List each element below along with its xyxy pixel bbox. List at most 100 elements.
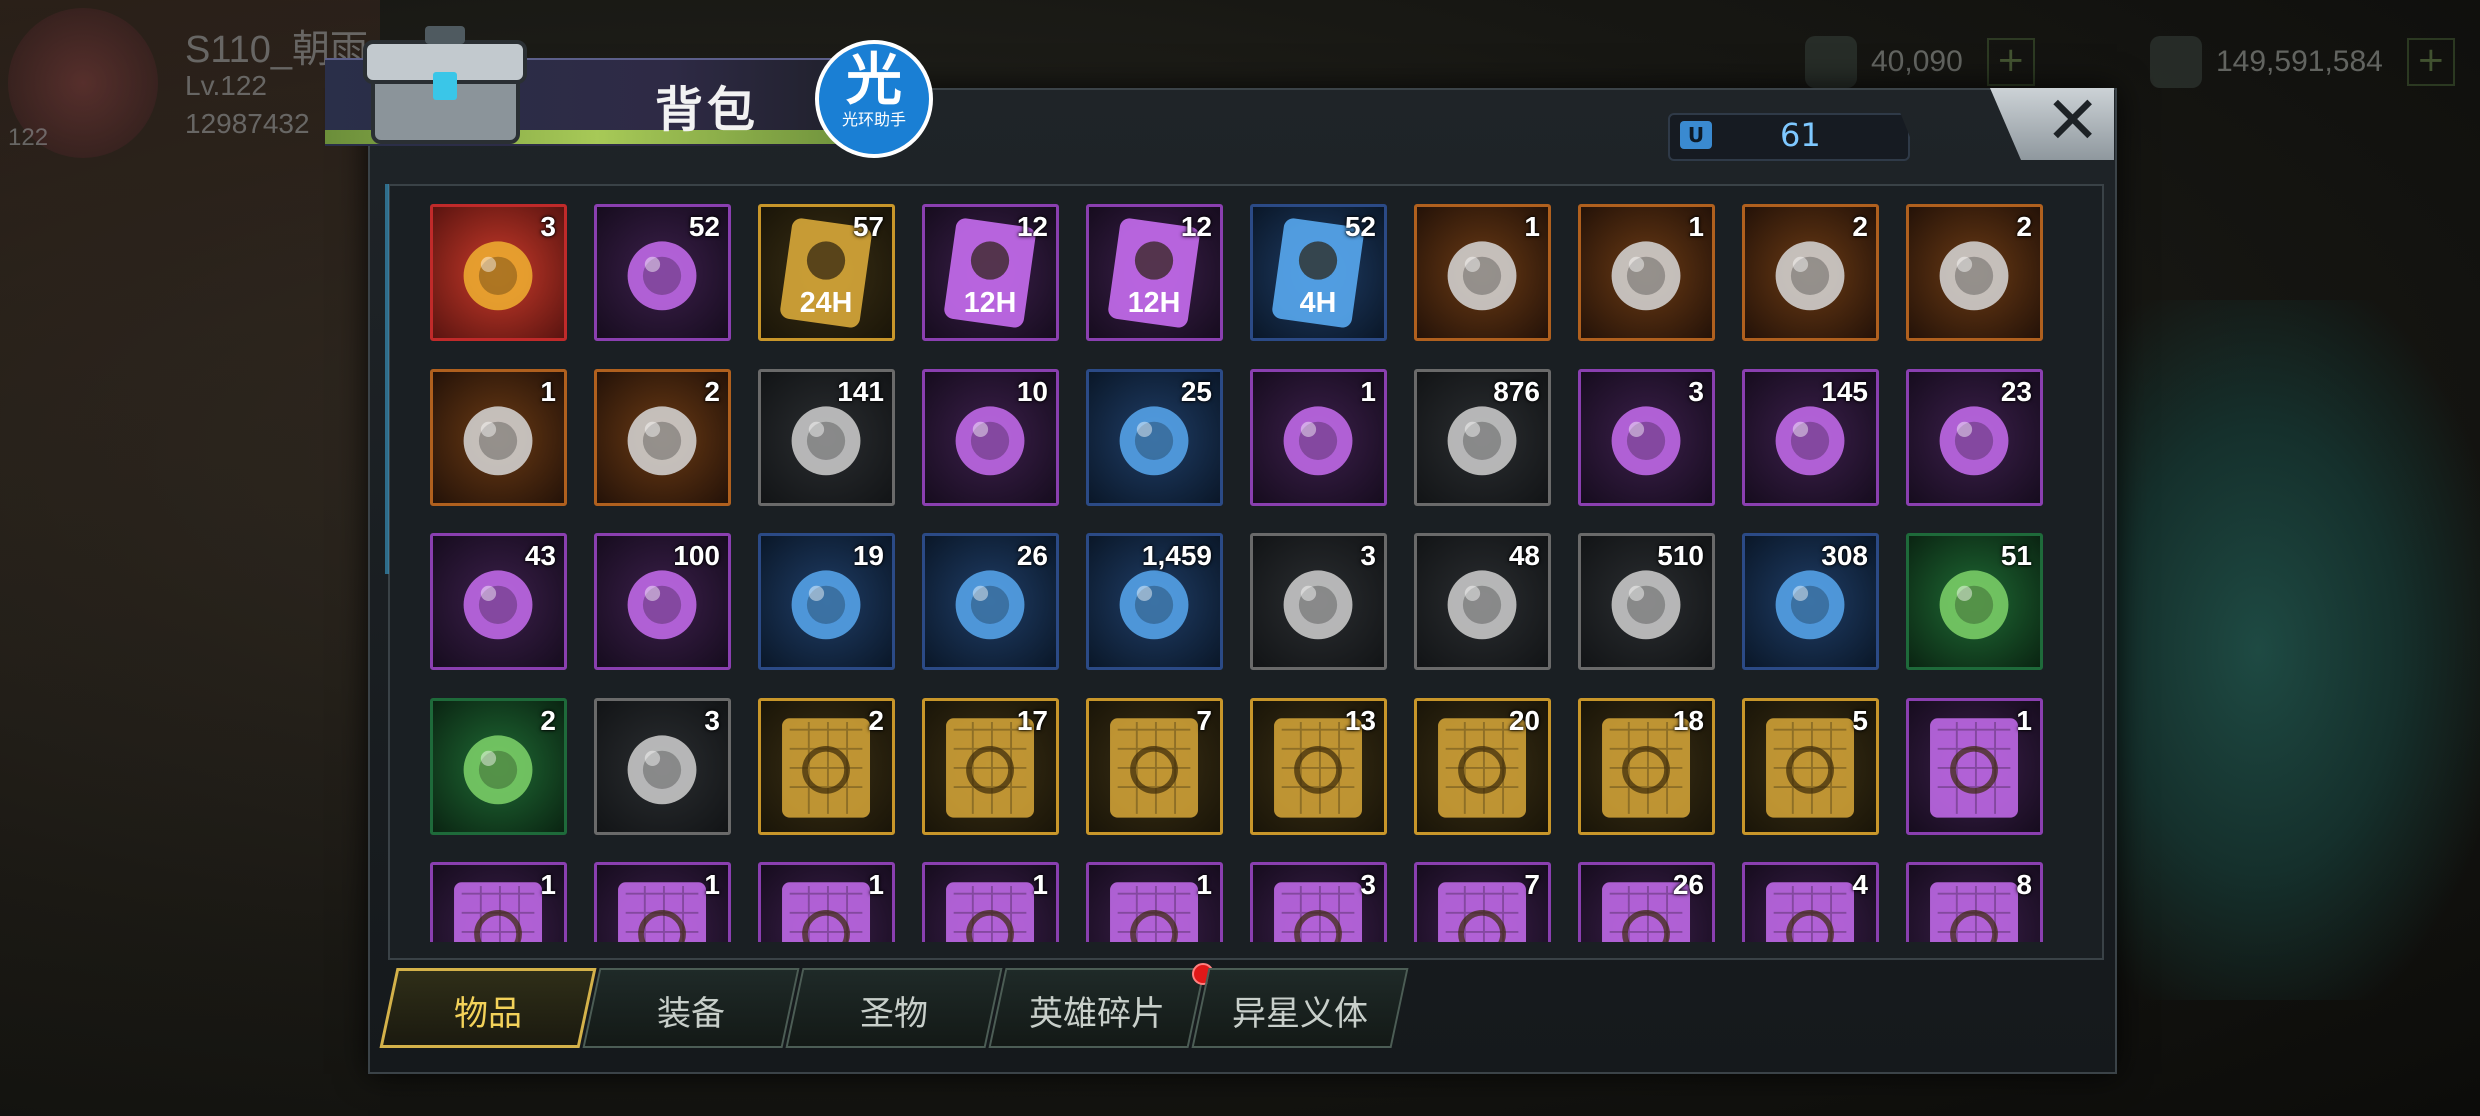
tab-label[interactable]: 异星义体 [1200, 986, 1400, 1035]
item-count: 12 [1016, 211, 1048, 242]
inventory-slot[interactable]: 20 [1414, 697, 1551, 835]
add-coins-button[interactable]: + [2406, 38, 2455, 86]
item-count: 1 [1196, 869, 1212, 900]
inventory-slot[interactable]: 1,459 [1086, 533, 1223, 670]
inventory-slot[interactable]: 18 [1578, 697, 1715, 835]
inventory-slot[interactable]: 2 [1742, 204, 1879, 341]
inventory-slot[interactable]: 876 [1414, 368, 1551, 506]
inventory-slot[interactable]: 51 [1906, 533, 2043, 670]
tab-label[interactable]: 装备 [591, 986, 791, 1035]
item-count: 3 [704, 704, 720, 736]
inventory-slot[interactable]: 1 [594, 862, 731, 942]
inventory-slot[interactable]: 13 [1250, 697, 1387, 835]
inventory-slot[interactable]: 1 [758, 862, 895, 942]
inventory-slot[interactable]: 4H 52 [1250, 204, 1387, 341]
inventory-slot[interactable]: 12H 12 [922, 204, 1059, 341]
item-count: 1,459 [1141, 540, 1212, 571]
item-count: 52 [688, 211, 720, 242]
inventory-slot[interactable]: 2 [594, 368, 731, 506]
item-count: 57 [852, 211, 884, 242]
add-gems-button[interactable]: + [1986, 38, 2035, 86]
item-count: 2 [2016, 211, 2032, 242]
inventory-slot[interactable]: 3 [594, 697, 731, 835]
inventory-slot[interactable]: 7 [1414, 862, 1551, 942]
inventory-slot[interactable]: 26 [1578, 862, 1715, 942]
item-count: 26 [1672, 869, 1704, 900]
inventory-slot[interactable]: 48 [1414, 533, 1551, 670]
player-power: 12987432 [185, 108, 310, 139]
inventory-slot[interactable]: 3 [1578, 368, 1715, 506]
item-count: 8 [2016, 869, 2032, 900]
close-icon[interactable]: ✕ [2045, 82, 2100, 159]
item-count: 51 [2000, 540, 2032, 571]
inventory-slot[interactable]: 100 [594, 533, 731, 670]
inventory-slot[interactable]: 510 [1578, 533, 1715, 670]
player-level-badge: 122 [8, 124, 49, 151]
item-count: 1 [2016, 704, 2032, 736]
item-count: 1 [1032, 869, 1048, 900]
overlay-logo: 光 光环助手 [815, 40, 933, 158]
inventory-slot[interactable]: 17 [922, 697, 1059, 835]
item-count: 2 [868, 704, 884, 736]
inventory-slot[interactable]: 1 [430, 862, 567, 942]
tab-label[interactable]: 圣物 [794, 986, 994, 1035]
inventory-slot[interactable]: 1 [1906, 697, 2043, 835]
inventory-slot[interactable]: 7 [1086, 697, 1223, 835]
inventory-slot[interactable]: 1 [1250, 368, 1387, 506]
inventory-slot[interactable]: 43 [430, 533, 567, 670]
item-count: 52 [1344, 211, 1376, 242]
tab-label[interactable]: 英雄碎片 [997, 986, 1197, 1035]
inventory-slot[interactable]: 3 [1250, 862, 1387, 942]
inventory-slot[interactable]: 19 [758, 533, 895, 670]
inventory-slot[interactable]: 4 [1742, 862, 1879, 942]
inventory-slot[interactable]: 1 [1578, 204, 1715, 341]
inventory-slot[interactable]: 3 [1250, 533, 1387, 670]
item-count: 4 [1852, 869, 1868, 900]
inventory-slot[interactable]: 145 [1742, 368, 1879, 506]
item-count: 2 [704, 375, 720, 407]
item-count: 23 [2000, 375, 2032, 407]
inventory-slot[interactable]: 141 [758, 368, 895, 506]
inventory-slot[interactable]: 1 [1086, 862, 1223, 942]
item-count: 876 [1493, 375, 1540, 407]
inventory-slot[interactable]: 26 [922, 533, 1059, 670]
logo-main-text: 光 [846, 48, 902, 113]
item-duration-tag: 12H [964, 287, 1017, 319]
item-count: 5 [1852, 704, 1868, 736]
inventory-slot[interactable]: 25 [1086, 368, 1223, 506]
inventory-slot[interactable]: 8 [1906, 862, 2043, 942]
inventory-slot[interactable]: 5 [1742, 697, 1879, 835]
item-count: 17 [1016, 704, 1048, 736]
item-count: 1 [1360, 375, 1376, 407]
player-level: Lv.122 [185, 70, 267, 101]
inventory-slot[interactable]: 3 [430, 204, 567, 341]
capacity-icon: U [1680, 121, 1712, 149]
item-count: 26 [1016, 540, 1048, 571]
background-right [2110, 300, 2480, 1000]
inventory-slot[interactable]: 12H 12 [1086, 204, 1223, 341]
inventory-slot[interactable]: 1 [430, 368, 567, 506]
inventory-slot[interactable]: 2 [430, 697, 567, 835]
item-count: 141 [837, 375, 884, 407]
inventory-slot[interactable]: 1 [1414, 204, 1551, 341]
item-count: 13 [1344, 704, 1376, 736]
item-count: 1 [540, 869, 556, 900]
item-count: 3 [1360, 869, 1376, 900]
inventory-slot[interactable]: 23 [1906, 368, 2043, 506]
item-count: 1 [868, 869, 884, 900]
item-count: 1 [540, 375, 556, 407]
item-count: 3 [1688, 375, 1704, 407]
item-count: 12 [1180, 211, 1212, 242]
inventory-slot[interactable]: 1 [922, 862, 1059, 942]
inventory-slot[interactable]: 2 [1906, 204, 2043, 341]
inventory-slot[interactable]: 308 [1742, 533, 1879, 670]
inventory-slot[interactable]: 52 [594, 204, 731, 341]
inventory-slot[interactable]: 10 [922, 368, 1059, 506]
tab-label[interactable]: 物品 [388, 986, 588, 1035]
item-count: 308 [1821, 540, 1868, 571]
item-duration-tag: 4H [1300, 287, 1337, 319]
scroll-rail[interactable] [385, 184, 389, 574]
inventory-slot[interactable]: 2 [758, 697, 895, 835]
inventory-slot[interactable]: 24H 57 [758, 204, 895, 341]
resource-coins-value: 149,591,584 [2216, 45, 2383, 78]
